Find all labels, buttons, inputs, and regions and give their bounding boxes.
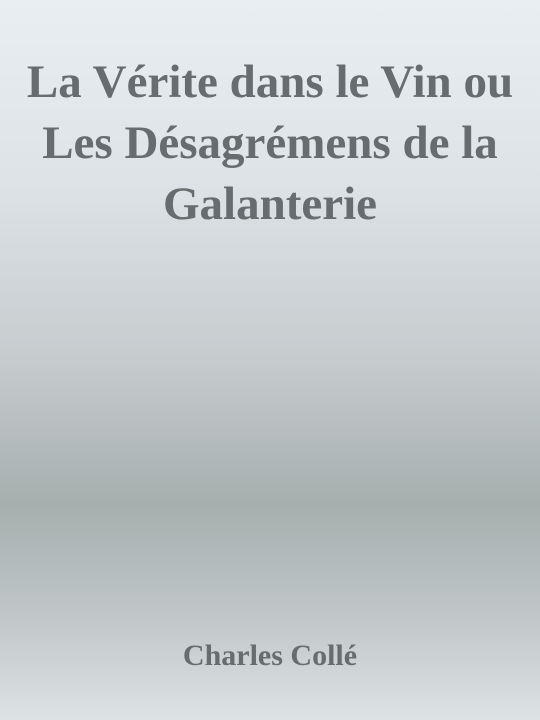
book-cover: La Vérite dans le Vin ou Les Désagrémens… (0, 0, 540, 720)
book-author: Charles Collé (182, 639, 358, 672)
book-title: La Vérite dans le Vin ou Les Désagrémens… (26, 56, 514, 230)
